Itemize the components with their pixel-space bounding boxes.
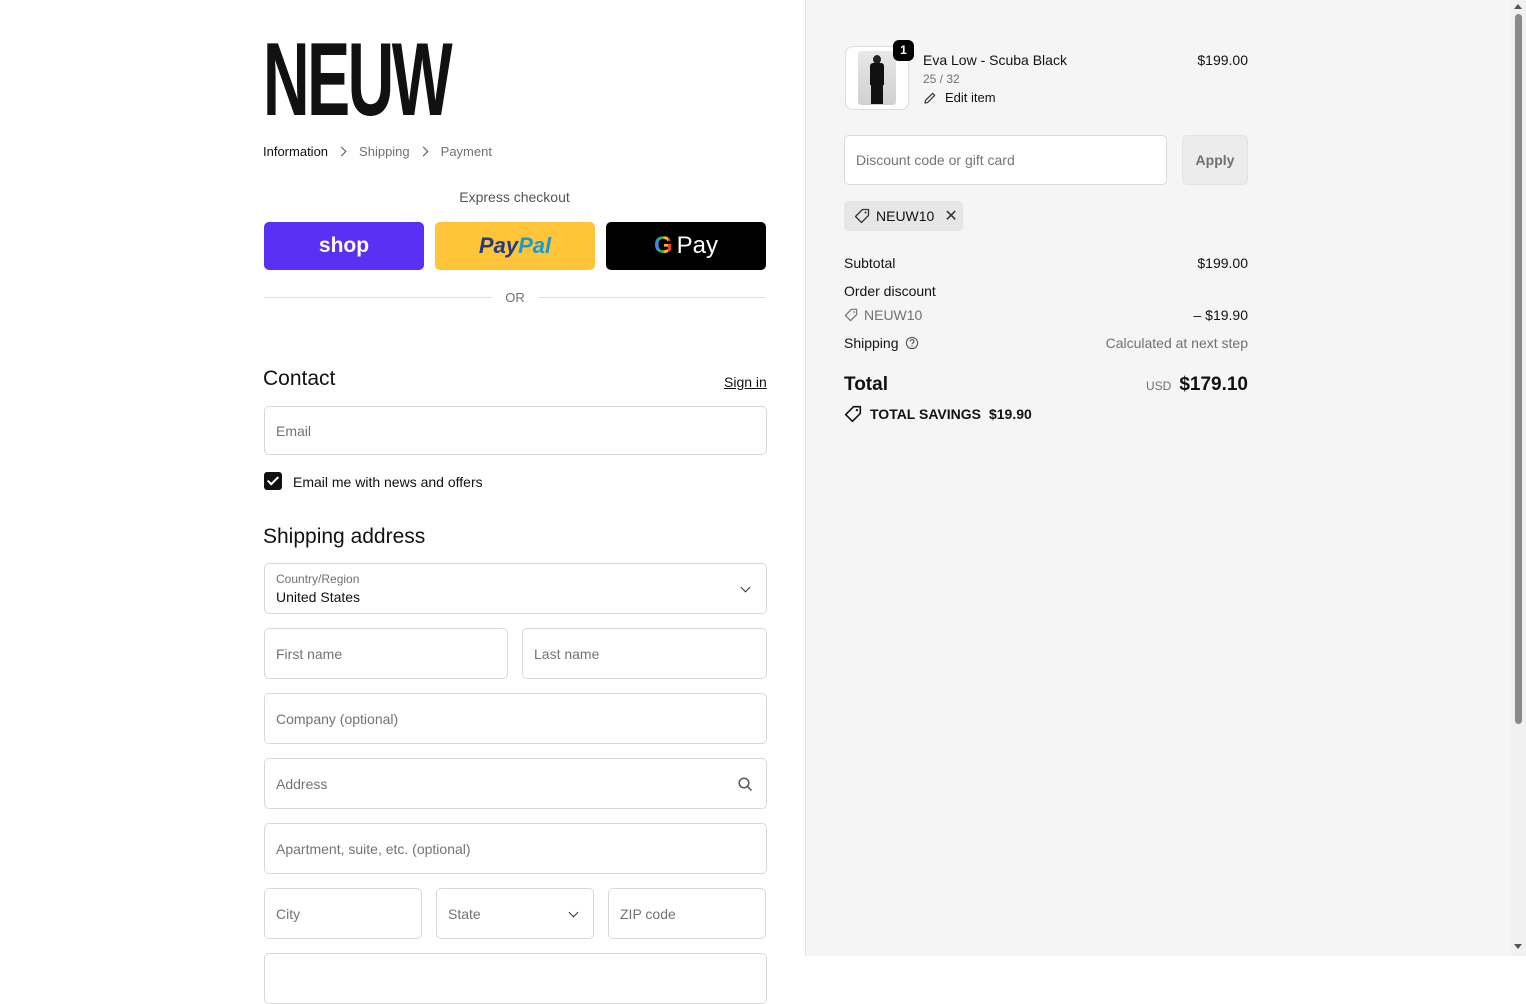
- discount-input[interactable]: [845, 136, 1166, 184]
- breadcrumb-information[interactable]: Information: [263, 144, 328, 159]
- newsletter-label: Email me with news and offers: [293, 474, 483, 490]
- country-select[interactable]: Country/Region United States: [264, 563, 767, 614]
- breadcrumb-payment[interactable]: Payment: [441, 144, 492, 159]
- tag-icon: [844, 308, 858, 322]
- pencil-icon: [924, 92, 936, 104]
- email-field[interactable]: [264, 406, 767, 455]
- shipping-address-title: Shipping address: [263, 525, 426, 548]
- edit-item-button[interactable]: Edit item: [923, 90, 996, 105]
- checkout-form-panel: NEUW Information Shipping Payment Expres…: [0, 0, 805, 1004]
- chevron-down-icon: [740, 582, 751, 593]
- discount-value: – $19.90: [1193, 307, 1249, 323]
- scroll-down-arrow-icon[interactable]: [1514, 944, 1522, 949]
- divider-line: [538, 297, 766, 298]
- figure-body: [870, 63, 884, 85]
- total-label: Total: [844, 374, 888, 395]
- city-field[interactable]: [264, 888, 422, 939]
- figure-legs: [871, 84, 883, 104]
- product-name: Eva Low - Scuba Black: [923, 52, 1067, 68]
- help-icon[interactable]: [905, 336, 919, 350]
- shipping-label: Shipping: [844, 335, 899, 351]
- sign-in-link[interactable]: Sign in: [724, 374, 767, 390]
- search-icon: [738, 777, 753, 792]
- subtotal-label: Subtotal: [844, 255, 896, 271]
- breadcrumb: Information Shipping Payment: [263, 144, 492, 159]
- shipping-value: Calculated at next step: [1105, 335, 1248, 351]
- company-input[interactable]: [265, 694, 766, 743]
- email-input[interactable]: [265, 407, 766, 454]
- edit-item-label: Edit item: [945, 90, 996, 105]
- state-select[interactable]: [436, 888, 594, 939]
- page-scrollbar[interactable]: [1511, 0, 1526, 956]
- express-checkout-label: Express checkout: [459, 189, 570, 205]
- address-input[interactable]: [265, 759, 766, 808]
- savings-label: TOTAL SAVINGS: [870, 406, 981, 422]
- chevron-right-icon: [418, 146, 429, 157]
- country-label: Country/Region: [276, 572, 360, 586]
- total-row: Total USD $179.10: [844, 374, 1248, 396]
- discount-code-row: NEUW10 – $19.90: [844, 307, 1248, 323]
- paypal-button[interactable]: Pay Pal: [435, 222, 595, 270]
- brand-logo[interactable]: NEUW: [263, 28, 453, 132]
- applied-code: NEUW10: [876, 208, 935, 224]
- shop-pay-logo: shop: [318, 234, 370, 257]
- google-pay-label: Pay: [676, 232, 719, 259]
- or-divider: OR: [264, 288, 766, 308]
- scroll-up-arrow-icon[interactable]: [1514, 4, 1522, 9]
- company-field[interactable]: [264, 693, 767, 744]
- apartment-input[interactable]: [265, 824, 766, 873]
- product-variant: 25 / 32: [923, 72, 960, 86]
- first-name-field[interactable]: [264, 628, 508, 679]
- product-price: $199.00: [1197, 52, 1248, 68]
- last-name-input[interactable]: [523, 629, 766, 678]
- breadcrumb-shipping[interactable]: Shipping: [359, 144, 410, 159]
- google-pay-button[interactable]: G Pay: [606, 222, 766, 270]
- remove-discount-icon[interactable]: ✕: [944, 206, 957, 226]
- order-discount-row: Order discount: [844, 283, 1248, 299]
- subtotal-row: Subtotal $199.00: [844, 255, 1248, 271]
- chevron-right-icon: [336, 146, 347, 157]
- last-name-field[interactable]: [522, 628, 767, 679]
- currency-code: USD: [1145, 379, 1172, 393]
- shipping-info: Shipping: [844, 335, 919, 351]
- apartment-field[interactable]: [264, 823, 767, 874]
- total-value: $179.10: [1179, 374, 1248, 395]
- address-field[interactable]: [264, 758, 767, 809]
- first-name-input[interactable]: [265, 629, 507, 678]
- savings-value: $19.90: [988, 406, 1032, 422]
- shop-pay-button[interactable]: shop: [264, 222, 424, 270]
- discount-code-label: NEUW10: [864, 307, 923, 323]
- discount-code-info: NEUW10: [844, 307, 922, 323]
- google-g-icon: G: [653, 232, 673, 259]
- subtotal-value: $199.00: [1197, 255, 1248, 271]
- quantity-badge: 1: [893, 40, 914, 61]
- paypal-logo-part2: Pal: [518, 233, 552, 258]
- country-value: United States: [276, 589, 361, 605]
- newsletter-checkbox[interactable]: [264, 472, 282, 490]
- scroll-thumb[interactable]: [1515, 14, 1522, 724]
- product-image: [858, 51, 896, 105]
- order-discount-label: Order discount: [844, 283, 936, 299]
- savings-tag-icon: [844, 405, 862, 423]
- shipping-row: Shipping Calculated at next step: [844, 335, 1248, 351]
- total-amount: USD $179.10: [1146, 374, 1248, 396]
- paypal-logo-part1: Pay: [478, 233, 519, 258]
- apply-button[interactable]: Apply: [1182, 135, 1248, 185]
- discount-field[interactable]: [844, 135, 1167, 185]
- next-field[interactable]: [264, 953, 767, 1004]
- contact-title: Contact: [263, 367, 336, 390]
- total-savings: TOTAL SAVINGS $19.90: [844, 405, 1032, 423]
- applied-discount-chip: NEUW10 ✕: [844, 201, 963, 231]
- tag-icon: [854, 208, 870, 224]
- zip-input[interactable]: [609, 889, 765, 938]
- zip-field[interactable]: [608, 888, 766, 939]
- city-input[interactable]: [265, 889, 421, 938]
